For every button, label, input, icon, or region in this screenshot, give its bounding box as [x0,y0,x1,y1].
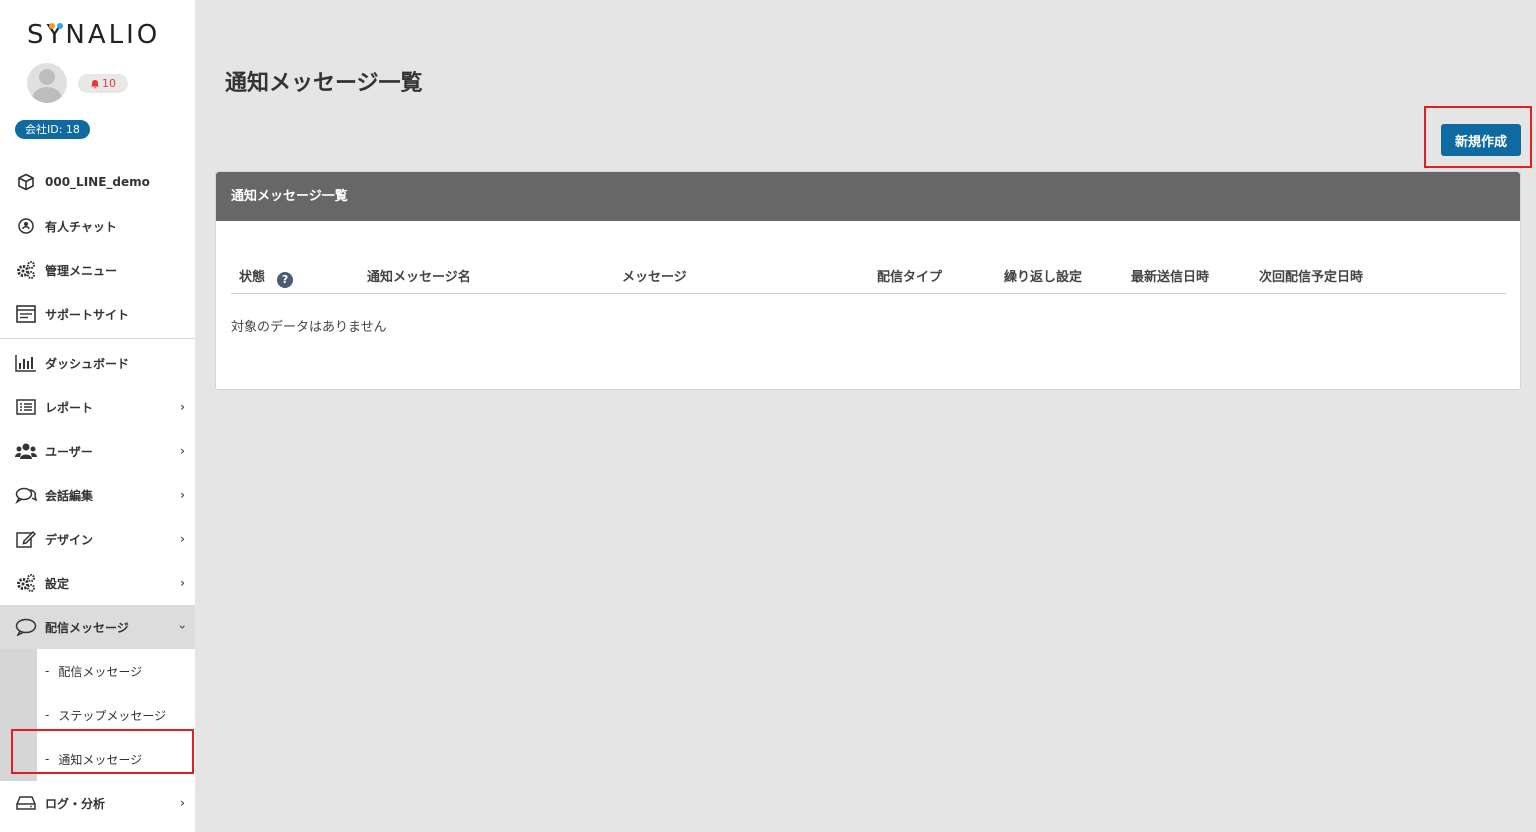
sidebar-subitem-label: ステップメッセージ [58,708,167,723]
sidebar-item-label: 配信メッセージ [45,620,129,635]
highlight-box-create-button [1424,106,1532,168]
column-header-name[interactable]: 通知メッセージ名 [367,266,471,285]
headset-icon [15,215,37,237]
speech-bubble-icon [15,616,37,638]
sidebar-item-label: レポート [45,400,94,415]
sidebar-item-live-chat[interactable]: 有人チャット [0,204,195,248]
panel-title: 通知メッセージ一覧 [216,172,1520,221]
company-id-badge: 会社ID: 18 [15,120,90,139]
sidebar-item-label: 会話編集 [45,488,94,503]
chevron-right-icon: › [180,444,185,458]
sidebar-item-log-analysis[interactable]: ログ・分析 › [0,781,195,825]
avatar[interactable] [27,63,67,103]
sidebar-subitem-label: 配信メッセージ [58,664,143,679]
sidebar-item-settings[interactable]: 設定 › [0,561,195,605]
sidebar-item-dashboard[interactable]: ダッシュボード [0,341,195,385]
gears-icon [15,259,37,281]
notification-count: 10 [102,77,116,90]
page-title: 通知メッセージ一覧 [225,71,423,96]
empty-state-message: 対象のデータはありません [231,320,387,335]
sidebar-item-design[interactable]: デザイン › [0,517,195,561]
chat-bubbles-icon [15,484,37,506]
sidebar-item-broadcast[interactable]: 配信メッセージ › [0,605,195,649]
sidebar-item-label: ユーザー [45,444,93,459]
edit-icon [15,528,37,550]
sidebar-nav: 000_LINE_demo 有人チャット 管理メニュー サポートサイト ダッシュ… [0,160,195,825]
sidebar-item-label: 有人チャット [45,219,117,234]
column-header-repeat-setting[interactable]: 繰り返し設定 [1004,266,1082,285]
chevron-right-icon: › [180,796,185,810]
sidebar-item-label: ログ・分析 [45,796,106,811]
sidebar-item-label: サポートサイト [45,307,130,322]
column-header-delivery-type[interactable]: 配信タイプ [877,266,942,285]
notification-list-panel: 通知メッセージ一覧 状態? 通知メッセージ名 メッセージ 配信タイプ 繰り返し設… [215,171,1521,390]
bar-chart-icon [15,352,37,374]
column-header-status[interactable]: 状態? [239,266,294,288]
sidebar-item-label: 設定 [45,576,70,591]
table-header: 状態? 通知メッセージ名 メッセージ 配信タイプ 繰り返し設定 最新送信日時 次… [231,256,1506,294]
sidebar-item-label: 000_LINE_demo [45,175,150,189]
gears-icon [15,572,37,594]
list-icon [15,396,37,418]
column-header-next-delivery[interactable]: 次回配信予定日時 [1259,266,1363,285]
sidebar: SYNALIO 10 会社ID: 18 000_LINE_demo 有人チャット… [0,0,195,832]
sidebar-item-report[interactable]: レポート › [0,385,195,429]
sidebar-item-project[interactable]: 000_LINE_demo [0,160,195,204]
sidebar-item-conversation-edit[interactable]: 会話編集 › [0,473,195,517]
chevron-right-icon: › [180,488,185,502]
sidebar-divider [0,338,195,339]
sidebar-item-label: デザイン [45,532,94,547]
sidebar-subitem-broadcast-message[interactable]: - 配信メッセージ [0,649,195,693]
sidebar-item-users[interactable]: ユーザー › [0,429,195,473]
chevron-right-icon: › [180,532,185,546]
column-header-message[interactable]: メッセージ [622,266,687,285]
chevron-down-icon: › [175,624,190,630]
users-icon [15,440,37,462]
cube-icon [15,171,37,193]
bell-icon [91,79,99,88]
help-icon[interactable]: ? [277,272,294,288]
browser-icon [15,303,37,325]
sidebar-item-support-site[interactable]: サポートサイト [0,292,195,336]
sidebar-item-label: ダッシュボード [45,356,130,371]
highlight-box-sidebar [11,729,194,774]
synalio-logo[interactable]: SYNALIO [27,20,160,50]
column-header-last-sent[interactable]: 最新送信日時 [1131,266,1209,285]
chevron-right-icon: › [180,576,185,590]
sidebar-item-label: 管理メニュー [45,263,118,278]
notification-badge[interactable]: 10 [78,74,128,93]
drive-icon [15,792,37,814]
chevron-right-icon: › [180,400,185,414]
sidebar-item-admin-menu[interactable]: 管理メニュー [0,248,195,292]
